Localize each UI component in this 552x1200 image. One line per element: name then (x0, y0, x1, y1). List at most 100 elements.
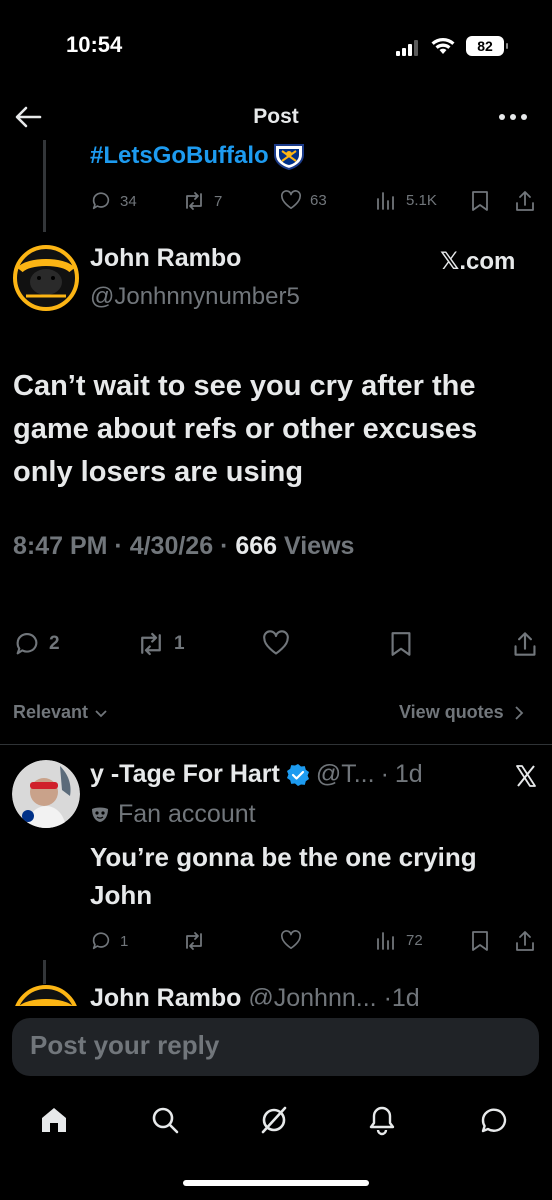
views-icon (376, 190, 398, 210)
repost-icon (182, 190, 206, 212)
battery-indicator: 82 (466, 36, 508, 56)
share-icon (514, 930, 536, 952)
views-button[interactable]: 5.1K (376, 190, 437, 210)
reply-text: You’re gonna be the one crying John (90, 842, 477, 910)
share-icon (512, 630, 538, 658)
status-time: 10:54 (66, 32, 123, 57)
search-icon (150, 1105, 180, 1135)
reply-icon (13, 630, 41, 658)
reply-button[interactable]: 2 (13, 630, 60, 658)
home-tab[interactable] (34, 1100, 74, 1140)
separator-dot: · (380, 760, 389, 788)
views-count: 5.1K (406, 191, 437, 209)
next-reply-age: 1d (391, 984, 420, 1008)
bookmark-icon (470, 930, 490, 952)
author-avatar[interactable] (12, 244, 80, 312)
repost-count: 1 (174, 633, 185, 654)
chevron-right-icon (514, 705, 524, 721)
reply-author-handle[interactable]: @T... (316, 760, 375, 789)
views-label: Views (284, 532, 355, 560)
mask-icon (90, 806, 110, 824)
author-name[interactable]: John Rambo (90, 244, 241, 273)
bookmark-button[interactable] (470, 190, 490, 212)
status-bar: 10:54 82 (0, 0, 552, 90)
messages-tab[interactable] (474, 1100, 514, 1140)
wifi-icon (430, 36, 456, 56)
reply-header: y -Tage For Hart @T... · 1d (90, 760, 423, 789)
notifications-tab[interactable] (362, 1100, 402, 1140)
reply-avatar[interactable] (12, 760, 80, 828)
reply-icon (90, 190, 112, 212)
tweet-date: 4/30/26 (129, 532, 214, 560)
reply-icon (90, 930, 112, 952)
view-quotes-link[interactable]: View quotes (399, 702, 524, 723)
x-logo-icon (514, 764, 538, 788)
share-button[interactable] (514, 930, 536, 952)
home-icon (38, 1104, 70, 1136)
hashtag-link[interactable]: #LetsGoBuffalo (90, 142, 305, 170)
views-icon (376, 930, 398, 950)
source-label: 𝕏.com (440, 248, 516, 275)
repost-button[interactable] (182, 930, 206, 952)
next-reply-handle[interactable]: @Jonhnn... (248, 984, 376, 1008)
grok-tab[interactable] (254, 1100, 294, 1140)
repost-button[interactable]: 7 (182, 190, 222, 212)
reply-composer[interactable] (12, 1018, 539, 1076)
bell-icon (367, 1104, 397, 1136)
signal-icon (396, 40, 420, 56)
verified-icon (286, 763, 310, 787)
sort-dropdown[interactable]: Relevant (13, 702, 108, 723)
sort-label[interactable]: Relevant (13, 702, 88, 723)
reply-age: 1d (394, 760, 423, 788)
like-icon (280, 930, 302, 950)
more-icon[interactable] (498, 113, 528, 121)
tweet-time: 8:47 PM (13, 532, 108, 560)
repost-count: 7 (214, 192, 223, 210)
fan-account-label: Fan account (90, 800, 256, 829)
bookmark-icon (389, 630, 413, 658)
top-nav: Post (0, 95, 552, 139)
next-reply-author[interactable]: John Rambo (90, 984, 241, 1008)
tweet-text: Can’t wait to see you cry after the game… (13, 370, 478, 488)
messages-icon (478, 1104, 510, 1136)
repost-button[interactable]: 1 (136, 630, 185, 658)
hashtag-text[interactable]: #LetsGoBuffalo (90, 142, 269, 170)
reply-author-name[interactable]: y -Tage For Hart (90, 760, 280, 789)
bookmark-icon (470, 190, 490, 212)
bookmark-button[interactable] (389, 630, 413, 658)
sabres-emoji-icon (273, 142, 305, 170)
parent-action-bar: 34 7 63 5.1K (0, 186, 552, 216)
tweet-meta: 8:47 PM · 4/30/26 · 666 Views (13, 532, 355, 560)
reply-input[interactable] (30, 1030, 520, 1061)
reply-button[interactable]: 1 (90, 930, 128, 952)
reply-count: 34 (120, 192, 137, 210)
home-indicator (183, 1180, 369, 1186)
fan-account-text: Fan account (118, 800, 256, 828)
chevron-down-icon (94, 708, 108, 718)
repost-icon (136, 630, 166, 658)
view-quotes-label[interactable]: View quotes (399, 702, 504, 723)
page-title: Post (253, 105, 299, 128)
views-button[interactable]: 72 (376, 930, 423, 950)
search-tab[interactable] (145, 1100, 185, 1140)
bookmark-button[interactable] (470, 930, 490, 952)
like-button[interactable] (262, 630, 290, 656)
share-button[interactable] (512, 630, 538, 658)
bottom-tab-bar (0, 1090, 552, 1150)
like-icon (280, 190, 302, 210)
repost-icon (182, 930, 206, 952)
like-button[interactable] (280, 930, 302, 950)
like-icon (262, 630, 290, 656)
divider (0, 744, 552, 745)
separator-dot: · (383, 984, 392, 1008)
reply-button[interactable]: 34 (90, 190, 137, 212)
views-number: 666 (235, 532, 278, 560)
grok-icon (258, 1104, 290, 1136)
reply-count: 2 (49, 633, 60, 654)
like-count: 63 (310, 191, 327, 209)
like-button[interactable]: 63 (280, 190, 327, 210)
next-reply-header: John Rambo @Jonhnn... ·1d (90, 984, 420, 1008)
author-handle[interactable]: @Jonhnnynumber5 (90, 283, 300, 311)
share-button[interactable] (514, 190, 536, 212)
reply-count: 1 (120, 932, 129, 950)
